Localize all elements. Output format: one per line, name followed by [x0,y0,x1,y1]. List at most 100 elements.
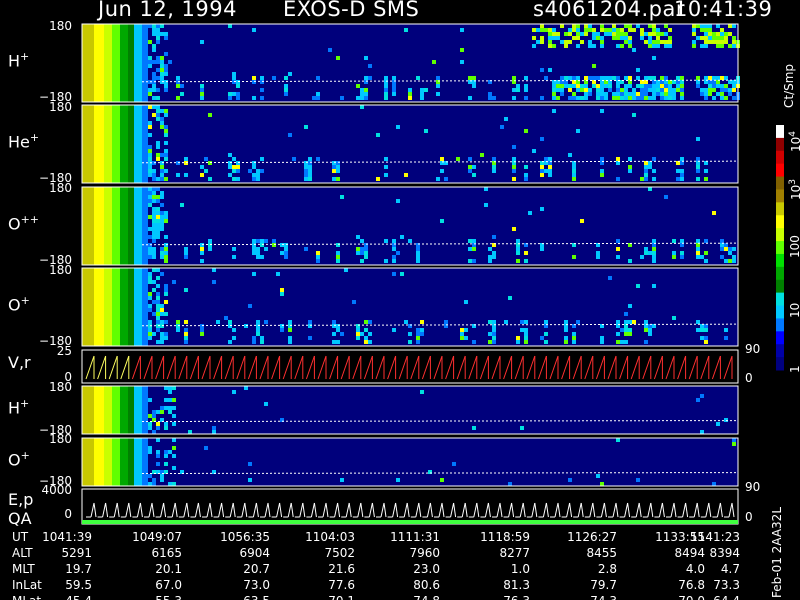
count-cell [156,296,160,300]
footer-cell: 67.0 [155,578,182,592]
count-cell [656,44,660,48]
count-cell [680,96,684,100]
count-cell [532,149,536,153]
count-cell [532,36,536,40]
count-cell [336,165,340,169]
count-cell [156,304,160,308]
count-cell [256,320,260,324]
count-cell [164,109,168,113]
count-cell [152,255,156,259]
count-cell [680,84,684,88]
count-cell [720,247,724,251]
count-cell [408,239,412,243]
count-cell [576,28,580,32]
count-cell [468,165,472,169]
count-cell [184,255,188,259]
count-cell [600,482,604,486]
count-cell [672,255,676,259]
count-cell [468,76,472,80]
count-cell [624,320,628,324]
count-cell [704,177,708,181]
count-cell [652,84,656,88]
count-cell [664,84,668,88]
count-cell [732,96,736,100]
count-cell [248,169,252,173]
count-cell [704,88,708,92]
count-cell [472,76,476,80]
count-cell [180,203,184,207]
count-cell [156,422,160,426]
count-cell [408,92,412,96]
count-cell [184,251,188,255]
count-cell [584,84,588,88]
count-cell [524,340,528,344]
count-cell [364,328,368,332]
count-cell [316,96,320,100]
count-cell [148,474,152,478]
count-cell [544,157,548,161]
count-cell [524,336,528,340]
count-cell [168,386,172,390]
count-cell [328,48,332,52]
count-cell [148,195,152,199]
count-cell [252,251,256,255]
count-cell [164,169,168,173]
footer-cell: 45.4 [22,594,92,600]
count-cell [696,320,700,324]
count-cell [288,324,292,328]
count-cell [544,28,548,32]
count-cell [612,28,616,32]
edge-band [128,268,134,346]
count-cell [548,157,552,161]
count-cell [728,32,732,36]
count-cell [156,113,160,117]
count-cell [572,177,576,181]
count-cell [416,336,420,340]
colorbar-swatch [776,150,784,165]
count-cell [624,328,628,332]
count-cell [644,40,648,44]
count-cell [416,251,420,255]
count-cell [148,426,152,430]
count-cell [732,44,736,48]
count-cell [636,24,640,28]
count-cell [160,227,164,231]
count-cell [708,24,712,28]
count-cell [716,76,720,80]
count-cell [404,173,408,177]
count-cell [160,177,164,181]
count-cell [256,169,260,173]
count-cell [228,161,232,165]
count-cell [712,32,716,36]
count-cell [652,247,656,251]
count-cell [652,255,656,259]
count-cell [160,223,164,227]
count-cell [184,320,188,324]
count-cell [568,96,572,100]
count-cell [708,40,712,44]
count-cell [288,340,292,344]
tick-p5-top: 180 [49,380,72,394]
count-cell [616,247,620,251]
count-cell [488,96,492,100]
colorbar-swatch [776,241,784,255]
count-cell [344,268,348,272]
count-cell [160,165,164,169]
count-cell [236,161,240,165]
count-cell [652,284,656,288]
count-cell [256,324,260,328]
footer-cell: 74.8 [370,594,440,600]
edge-band [112,268,120,346]
count-cell [596,32,600,36]
count-cell [644,251,648,255]
count-cell [252,165,256,169]
count-cell [552,44,556,48]
count-cell [548,173,552,177]
count-cell [512,96,516,100]
count-cell [396,125,400,129]
count-cell [644,177,648,181]
count-cell [284,88,288,92]
count-cell [288,133,292,137]
count-cell [648,96,652,100]
count-cell [164,153,168,157]
